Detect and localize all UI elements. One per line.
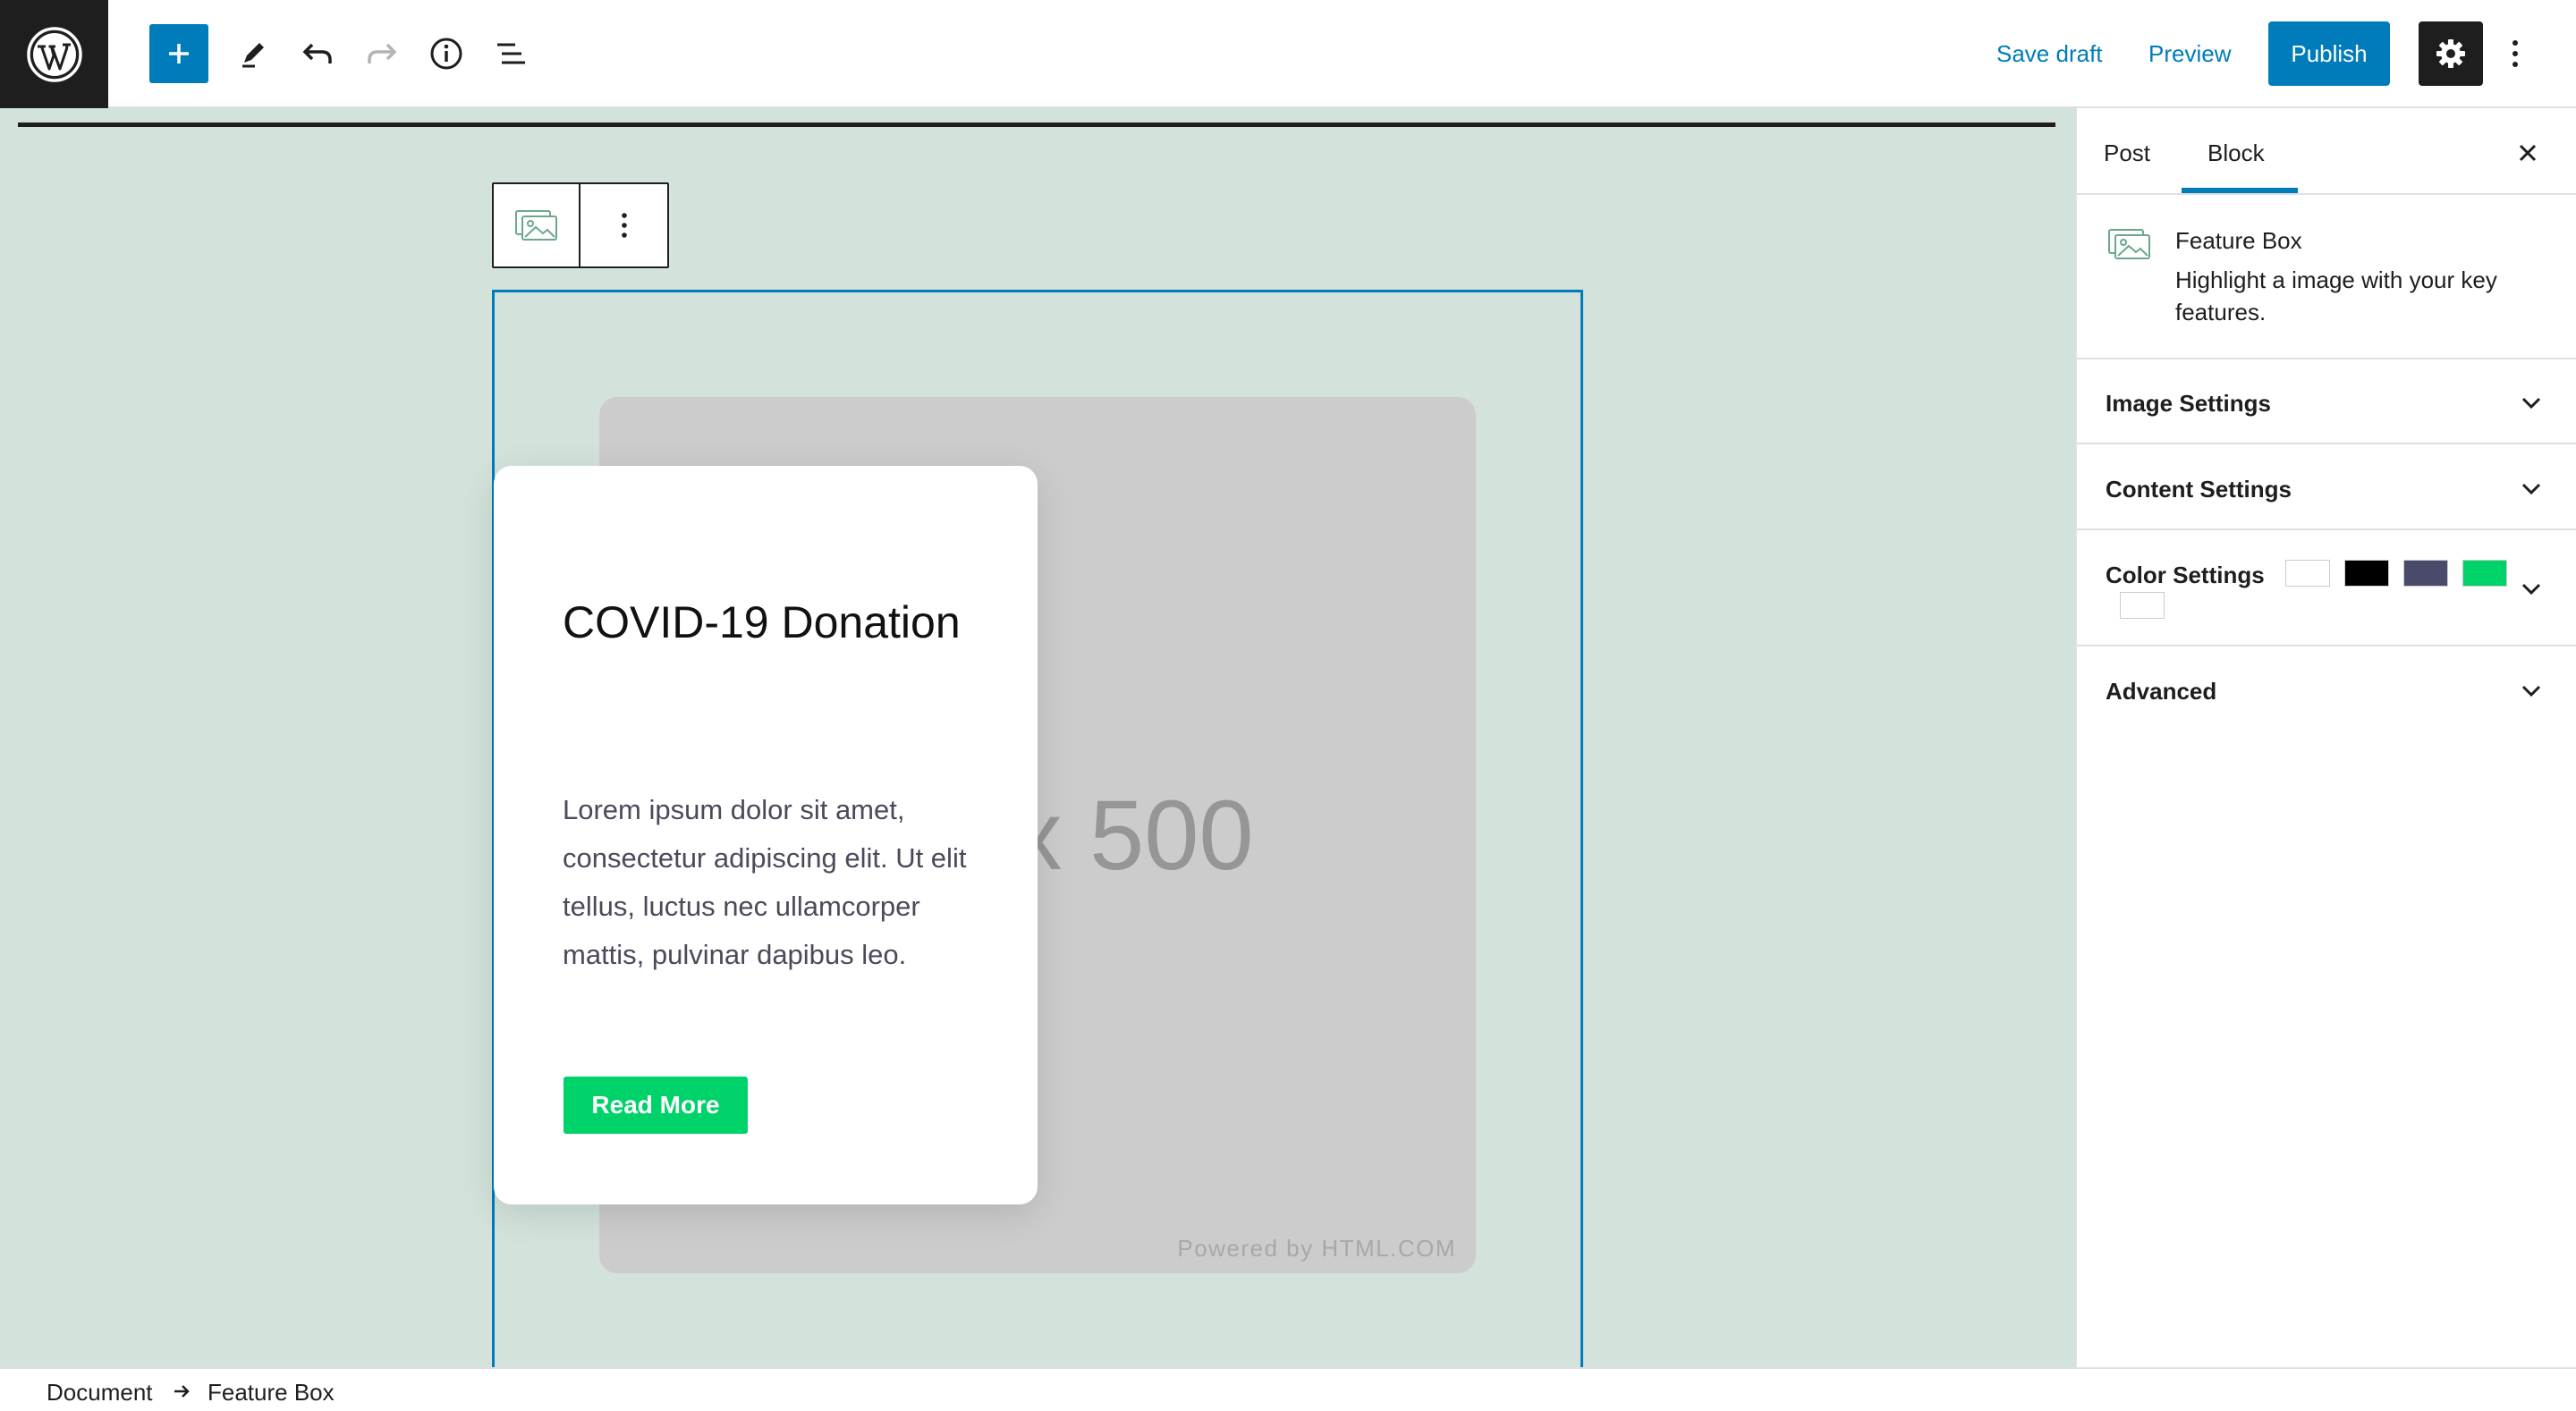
redo-button[interactable] [352, 24, 411, 83]
more-vertical-icon [621, 213, 627, 238]
panel-title[interactable]: Content Settings [2106, 475, 2292, 503]
block-card-description: Highlight a image with your key features… [2175, 266, 2497, 325]
more-vertical-icon [2512, 40, 2518, 67]
close-sidebar-button[interactable] [2508, 133, 2547, 173]
feature-card[interactable]: COVID-19 Donation Lorem ipsum dolor sit … [494, 466, 1038, 1204]
block-type-button[interactable] [494, 184, 581, 266]
list-view-icon [497, 43, 525, 64]
divider [2077, 645, 2576, 646]
breadcrumb: Document Feature Box [0, 1367, 2576, 1411]
block-toolbar [492, 182, 669, 268]
undo-button[interactable] [288, 24, 347, 83]
list-view-button[interactable] [481, 24, 540, 83]
tab-post[interactable]: Post [2104, 139, 2150, 167]
divider [2077, 528, 2576, 530]
undo-icon [302, 43, 332, 63]
color-swatch [2285, 560, 2330, 587]
info-icon [430, 38, 462, 70]
read-more-button[interactable]: Read More [564, 1077, 748, 1134]
color-swatch [2462, 560, 2507, 587]
plus-icon [169, 44, 189, 63]
tools-button[interactable] [224, 24, 283, 83]
chevron-down-icon[interactable] [2517, 475, 2546, 503]
chevron-down-icon[interactable] [2517, 575, 2546, 604]
more-options-button[interactable] [2497, 21, 2533, 86]
block-options-button[interactable] [580, 184, 667, 266]
settings-button[interactable] [2419, 21, 2483, 86]
gear-icon [2436, 39, 2465, 68]
pencil-icon [242, 43, 264, 68]
divider [2077, 193, 2576, 195]
redo-icon [368, 43, 397, 63]
color-swatch [2403, 560, 2448, 587]
arrow-right-icon [174, 1385, 190, 1398]
panel-title[interactable]: Color Settings [2106, 561, 2265, 589]
breadcrumb-item-document[interactable]: Document [47, 1378, 153, 1407]
breadcrumb-item-feature-box[interactable]: Feature Box [208, 1378, 335, 1407]
color-swatch [2120, 592, 2165, 619]
editor-canvas[interactable]: 500 x 500 Powered by HTML.COM COVID-19 D… [0, 108, 2075, 1367]
card-body[interactable]: Lorem ipsum dolor sit amet, consectetur … [563, 786, 983, 979]
close-icon [2519, 144, 2537, 162]
separator-line [18, 123, 2055, 127]
panel-title[interactable]: Advanced [2106, 677, 2216, 706]
editor-header: Save draft Preview Publish [0, 0, 2576, 108]
preview-button[interactable]: Preview [2148, 39, 2231, 68]
divider [2077, 358, 2576, 359]
publish-button[interactable]: Publish [2268, 21, 2390, 86]
details-button[interactable] [417, 24, 476, 83]
image-placeholder-icon [514, 210, 557, 241]
block-card-title: Feature Box [2175, 227, 2302, 254]
add-block-button[interactable] [149, 24, 208, 83]
chevron-down-icon[interactable] [2517, 389, 2546, 418]
settings-sidebar: Post Block Feature Box Highlight a image… [2075, 108, 2576, 1367]
card-title[interactable]: COVID-19 Donation [563, 591, 974, 654]
divider [2077, 443, 2576, 444]
tab-block[interactable]: Block [2207, 139, 2265, 167]
image-placeholder-icon [2108, 229, 2150, 259]
save-draft-button[interactable]: Save draft [1996, 39, 2103, 68]
block-card-icon [2107, 228, 2152, 265]
chevron-down-icon[interactable] [2517, 677, 2546, 706]
wordpress-logo-icon[interactable] [0, 0, 108, 108]
panel-title[interactable]: Image Settings [2106, 389, 2271, 418]
color-swatch [2344, 560, 2389, 587]
placeholder-credit: Powered by HTML.COM [1177, 1235, 1456, 1262]
